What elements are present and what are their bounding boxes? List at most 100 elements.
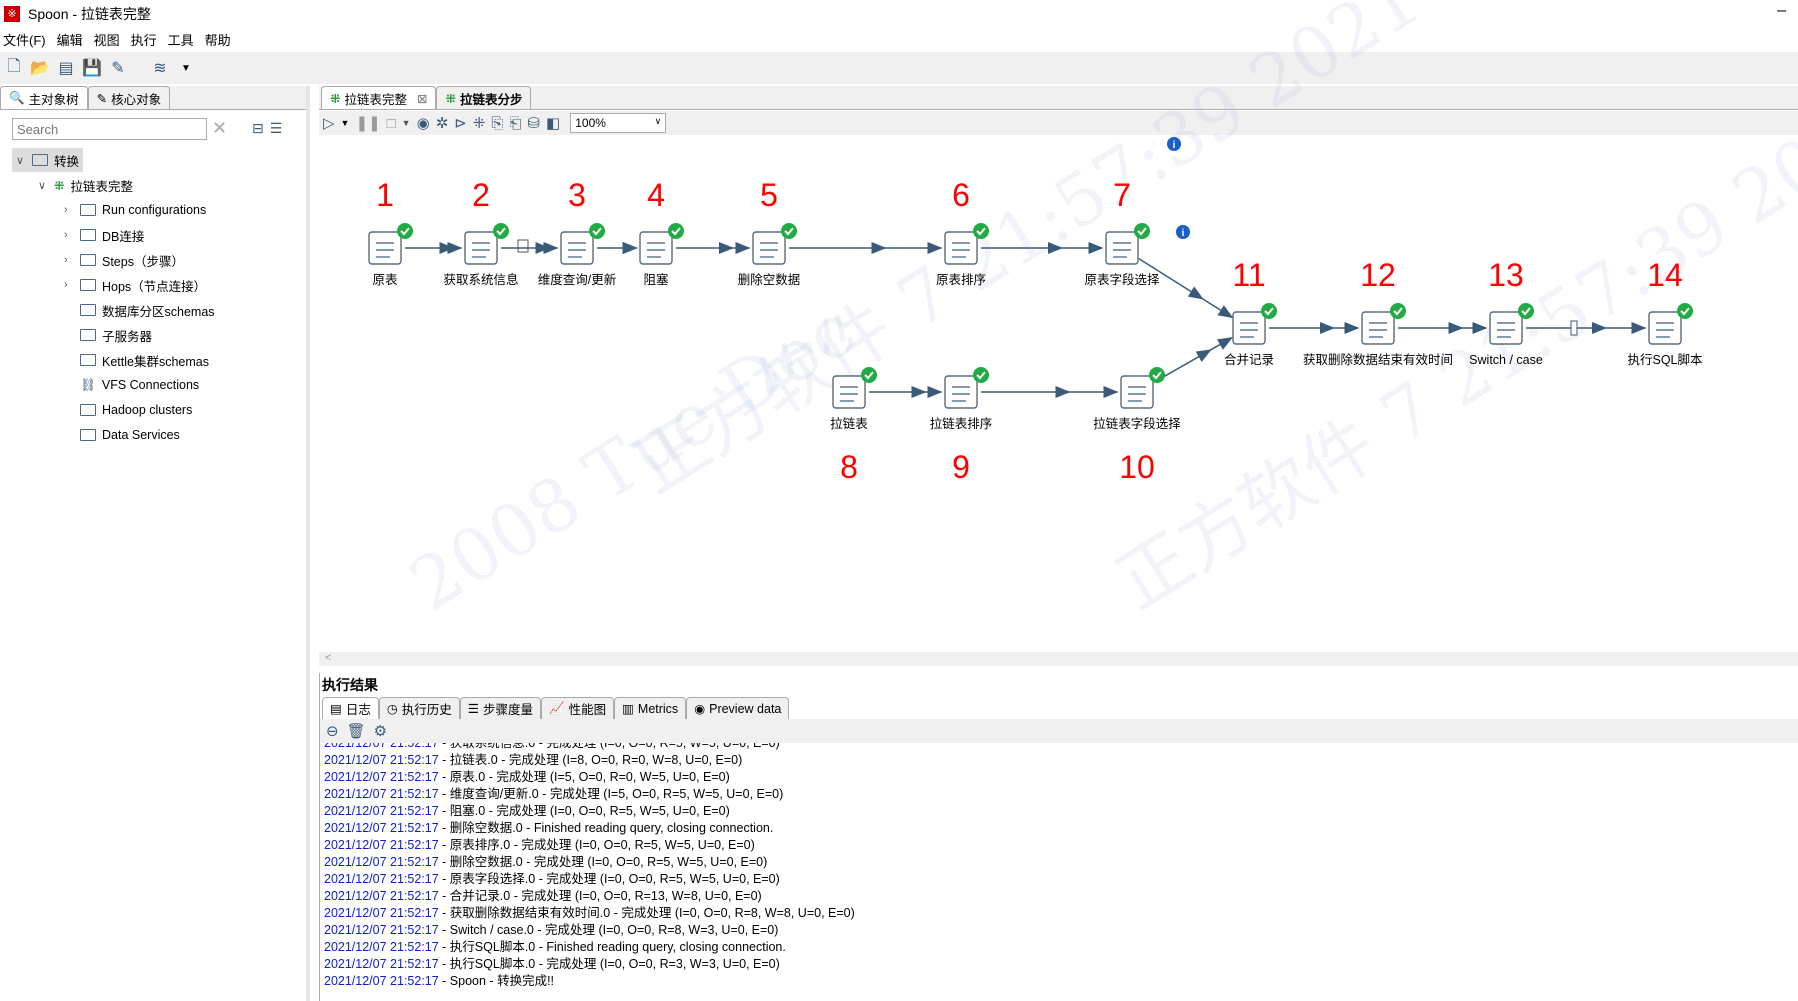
tab-performance-graph[interactable]: 📈 性能图: [541, 697, 615, 719]
save-as-icon[interactable]: ✎: [108, 58, 128, 78]
show-results-icon[interactable]: ◧: [546, 114, 560, 132]
explore-db-icon[interactable]: ⛁: [527, 114, 540, 132]
log-message: - 执行SQL脚本.0 - Finished reading query, cl…: [438, 940, 786, 954]
step-blocking[interactable]: 阻塞: [639, 223, 684, 287]
tab-metrics[interactable]: ▥ Metrics: [614, 697, 687, 719]
tree-item[interactable]: 子服务器: [64, 323, 152, 347]
step-select-values[interactable]: 拉链表字段选择: [1093, 367, 1181, 431]
tab-step-metrics[interactable]: ☰ 步骤度量: [459, 697, 541, 719]
step-sort[interactable]: 拉链表排序: [930, 367, 993, 431]
run-icon[interactable]: ▷: [323, 114, 335, 132]
clear-search-icon[interactable]: ✕: [212, 118, 227, 139]
folder-icon: [80, 404, 96, 416]
tab-core-objects[interactable]: ✎ 核心对象: [87, 86, 171, 109]
tree-item[interactable]: Data Services: [64, 423, 180, 447]
tree-item[interactable]: 数据库分区schemas: [64, 298, 215, 322]
step-sql[interactable]: 执行SQL脚本: [1627, 303, 1703, 367]
stop-log-icon[interactable]: ⊖: [326, 722, 339, 740]
chevron-down-icon[interactable]: ∨: [38, 179, 48, 192]
step-select-values[interactable]: 原表字段选择: [1084, 223, 1160, 287]
folder-icon: [80, 229, 96, 241]
step-system-info[interactable]: 获取系统信息: [443, 223, 519, 287]
new-file-icon[interactable]: 🗋: [4, 55, 24, 82]
expand-tree-icon[interactable]: ☰: [270, 120, 289, 136]
step-sql[interactable]: 删除空数据: [738, 223, 801, 287]
step-switch[interactable]: Switch / case: [1469, 303, 1543, 367]
tree-item[interactable]: ⛓ VFS Connections: [64, 373, 199, 397]
chevron-right-icon[interactable]: ›: [64, 279, 74, 291]
tab-log[interactable]: ▤ 日志: [322, 697, 379, 719]
step-table-input[interactable]: 原表: [368, 223, 413, 287]
tree-item[interactable]: ∨ ⁜ 拉链表完整: [38, 173, 133, 197]
chevron-down-icon[interactable]: ∨: [16, 154, 26, 167]
step-merge[interactable]: 合并记录: [1224, 303, 1277, 367]
minimize-button[interactable]: –: [1777, 2, 1786, 20]
run-dropdown-icon[interactable]: ▼: [341, 118, 350, 128]
chevron-right-icon[interactable]: ›: [64, 254, 74, 266]
info-icon[interactable]: i: [1167, 137, 1181, 151]
tree-item[interactable]: › Hops（节点连接）: [64, 273, 206, 297]
close-tab-icon[interactable]: ⊠: [417, 91, 427, 106]
step-number-annotation: 14: [1647, 257, 1683, 293]
results-tabs: ▤ 日志 ◷ 执行历史 ☰ 步骤度量 📈 性能图 ▥ Metrics ◉ Preview d…: [322, 697, 790, 719]
step-system-info[interactable]: 获取删除数据结束有效时间: [1303, 303, 1453, 367]
tree-item[interactable]: › DB连接: [64, 223, 144, 247]
hop-line[interactable]: [1138, 258, 1233, 318]
verify-icon[interactable]: ⁜: [473, 114, 486, 132]
search-input[interactable]: [12, 118, 207, 140]
preview-icon[interactable]: ◉: [417, 114, 430, 132]
save-icon[interactable]: 💾: [82, 58, 102, 78]
tab-preview-data[interactable]: ◉ Preview data: [686, 697, 790, 719]
collapse-tree-icon[interactable]: ⊟: [252, 120, 270, 136]
stop-dropdown-icon[interactable]: ▼: [402, 118, 411, 128]
transformation-canvas[interactable]: 2008 Tue Dec 正方软件 7 21:57:39 2021 正方软件 7…: [319, 0, 1798, 665]
tree-item[interactable]: › Steps（步骤）: [64, 248, 184, 272]
sql-icon[interactable]: ⎗: [509, 115, 521, 132]
step-label: 原表: [372, 273, 398, 287]
chevron-right-icon[interactable]: ›: [64, 204, 74, 216]
perspective-dropdown-icon[interactable]: ▼: [176, 63, 196, 74]
explore-repository-icon[interactable]: ▤: [56, 58, 76, 78]
menu-run[interactable]: 执行: [128, 30, 165, 50]
debug-icon[interactable]: ✲: [436, 114, 449, 132]
menu-file[interactable]: 文件(F): [0, 30, 54, 50]
pause-icon[interactable]: ❚❚: [355, 114, 380, 132]
step-dimension-lookup[interactable]: 维度查询/更新: [538, 223, 616, 287]
transformation-icon: ⁜: [445, 91, 456, 106]
log-settings-icon[interactable]: ⚙: [374, 722, 387, 740]
tab-main-object-tree[interactable]: 🔍 主对象树: [0, 86, 88, 109]
menu-edit[interactable]: 编辑: [54, 30, 91, 50]
menu-view[interactable]: 视图: [91, 30, 128, 50]
step-number-annotation: 12: [1360, 257, 1396, 293]
tree-item[interactable]: › Run configurations: [64, 198, 206, 222]
menu-tools[interactable]: 工具: [165, 30, 202, 50]
log-line: 2021/12/07 21:52:17 - 阻塞.0 - 完成处理 (I=0, …: [324, 803, 1794, 820]
tree-item[interactable]: Hadoop clusters: [64, 398, 192, 422]
success-check-icon: [589, 223, 605, 239]
chevron-right-icon[interactable]: ›: [64, 229, 74, 241]
canvas-horizontal-scrollbar[interactable]: <: [319, 652, 1798, 666]
step-label: 获取删除数据结束有效时间: [1303, 352, 1453, 367]
zoom-select[interactable]: 100% ∨: [570, 113, 667, 133]
step-table-input[interactable]: 拉链表: [830, 367, 877, 431]
clear-log-icon[interactable]: 🗑: [347, 722, 366, 740]
hop-line[interactable]: [1153, 337, 1233, 383]
tab-transformation-full[interactable]: ⁜ 拉链表完整 ⊠: [321, 86, 437, 109]
step-number-annotation: 5: [760, 177, 778, 213]
success-check-icon: [1677, 303, 1693, 319]
tab-history[interactable]: ◷ 执行历史: [378, 697, 460, 719]
replay-icon[interactable]: ⊳: [454, 114, 467, 132]
perspective-layers-icon[interactable]: ≋: [150, 58, 170, 78]
log-message: - 原表.0 - 完成处理 (I=5, O=0, R=0, W=5, U=0, …: [438, 770, 730, 784]
log-message: - Switch / case.0 - 完成处理 (I=0, O=0, R=8,…: [438, 923, 779, 937]
tree-item[interactable]: ∨ 转换: [12, 148, 84, 172]
step-sort[interactable]: 原表排序: [936, 223, 989, 287]
tree-item[interactable]: Kettle集群schemas: [64, 348, 209, 372]
menu-help[interactable]: 帮助: [202, 30, 239, 50]
hop-arrow: [1187, 286, 1204, 300]
stop-icon[interactable]: □: [387, 115, 396, 132]
tab-transformation-step[interactable]: ⁜ 拉链表分步: [436, 86, 532, 109]
info-icon[interactable]: i: [1176, 225, 1190, 239]
open-file-icon[interactable]: 📂: [30, 58, 50, 78]
impact-icon[interactable]: ⎘: [491, 115, 503, 132]
